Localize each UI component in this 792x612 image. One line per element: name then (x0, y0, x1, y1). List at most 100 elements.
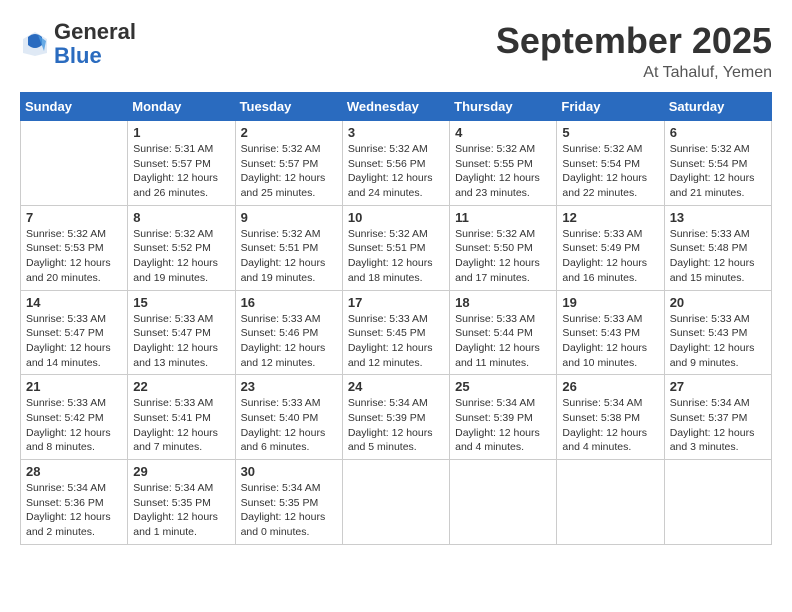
cell-info: Sunrise: 5:32 AMSunset: 5:51 PMDaylight:… (348, 227, 444, 286)
calendar-cell: 14Sunrise: 5:33 AMSunset: 5:47 PMDayligh… (21, 290, 128, 375)
cell-date: 26 (562, 379, 658, 394)
cell-date: 8 (133, 210, 229, 225)
cell-info: Sunrise: 5:32 AMSunset: 5:57 PMDaylight:… (241, 142, 337, 201)
calendar-cell (557, 460, 664, 545)
cell-info: Sunrise: 5:31 AMSunset: 5:57 PMDaylight:… (133, 142, 229, 201)
cell-info: Sunrise: 5:34 AMSunset: 5:39 PMDaylight:… (348, 396, 444, 455)
calendar-cell: 25 Sunrise: 5:34 AMSunset: 5:39 PMDayligh… (450, 375, 557, 460)
cell-date: 4 (455, 125, 551, 140)
calendar-subtitle: At Tahaluf, Yemen (496, 64, 772, 82)
cell-info: Sunrise: 5:32 AMSunset: 5:51 PMDaylight:… (241, 227, 337, 286)
cell-date: 23 (241, 379, 337, 394)
cell-info: Sunrise: 5:32 AMSunset: 5:54 PMDaylight:… (562, 142, 658, 201)
cell-date: 24 (348, 379, 444, 394)
cell-date: 21 (26, 379, 122, 394)
calendar-cell: 11 Sunrise: 5:32 AMSunset: 5:50 PMDayligh… (450, 205, 557, 290)
cell-date: 18 (455, 295, 551, 310)
cell-date: 30 (241, 464, 337, 479)
calendar-cell: 17 Sunrise: 5:33 AMSunset: 5:45 PMDayligh… (342, 290, 449, 375)
cell-info: Sunrise: 5:34 AMSunset: 5:35 PMDaylight:… (241, 481, 337, 540)
cell-info: Sunrise: 5:33 AMSunset: 5:40 PMDaylight:… (241, 396, 337, 455)
calendar-cell (342, 460, 449, 545)
logo: General Blue (20, 20, 136, 68)
cell-date: 9 (241, 210, 337, 225)
title-block: September 2025 At Tahaluf, Yemen (496, 20, 772, 82)
calendar-cell: 12 Sunrise: 5:33 AMSunset: 5:49 PMDayligh… (557, 205, 664, 290)
calendar-cell: 8 Sunrise: 5:32 AMSunset: 5:52 PMDaylight… (128, 205, 235, 290)
cell-info: Sunrise: 5:33 AMSunset: 5:49 PMDaylight:… (562, 227, 658, 286)
calendar-cell: 29 Sunrise: 5:34 AMSunset: 5:35 PMDayligh… (128, 460, 235, 545)
cell-info: Sunrise: 5:34 AMSunset: 5:39 PMDaylight:… (455, 396, 551, 455)
cell-date: 19 (562, 295, 658, 310)
cell-info: Sunrise: 5:32 AMSunset: 5:53 PMDaylight:… (26, 227, 122, 286)
calendar-cell: 23 Sunrise: 5:33 AMSunset: 5:40 PMDayligh… (235, 375, 342, 460)
weekday-header-friday: Friday (557, 93, 664, 121)
calendar-cell: 6Sunrise: 5:32 AMSunset: 5:54 PMDaylight… (664, 121, 771, 206)
calendar-cell: 27 Sunrise: 5:34 AMSunset: 5:37 PMDayligh… (664, 375, 771, 460)
weekday-header-monday: Monday (128, 93, 235, 121)
calendar-cell: 5 Sunrise: 5:32 AMSunset: 5:54 PMDaylight… (557, 121, 664, 206)
weekday-row: SundayMondayTuesdayWednesdayThursdayFrid… (21, 93, 772, 121)
calendar-cell: 1 Sunrise: 5:31 AMSunset: 5:57 PMDaylight… (128, 121, 235, 206)
weekday-header-sunday: Sunday (21, 93, 128, 121)
calendar-cell: 2 Sunrise: 5:32 AMSunset: 5:57 PMDaylight… (235, 121, 342, 206)
cell-date: 11 (455, 210, 551, 225)
calendar-title: September 2025 (496, 20, 772, 62)
cell-date: 10 (348, 210, 444, 225)
cell-info: Sunrise: 5:33 AMSunset: 5:42 PMDaylight:… (26, 396, 122, 455)
calendar-cell: 20 Sunrise: 5:33 AMSunset: 5:43 PMDayligh… (664, 290, 771, 375)
calendar-cell: 16 Sunrise: 5:33 AMSunset: 5:46 PMDayligh… (235, 290, 342, 375)
cell-date: 13 (670, 210, 766, 225)
cell-info: Sunrise: 5:33 AMSunset: 5:45 PMDaylight:… (348, 312, 444, 371)
week-row-4: 21 Sunrise: 5:33 AMSunset: 5:42 PMDayligh… (21, 375, 772, 460)
calendar-cell: 7Sunrise: 5:32 AMSunset: 5:53 PMDaylight… (21, 205, 128, 290)
cell-date: 15 (133, 295, 229, 310)
cell-info: Sunrise: 5:33 AMSunset: 5:44 PMDaylight:… (455, 312, 551, 371)
cell-info: Sunrise: 5:32 AMSunset: 5:56 PMDaylight:… (348, 142, 444, 201)
calendar-cell: 4Sunrise: 5:32 AMSunset: 5:55 PMDaylight… (450, 121, 557, 206)
cell-info: Sunrise: 5:33 AMSunset: 5:46 PMDaylight:… (241, 312, 337, 371)
cell-date: 3 (348, 125, 444, 140)
cell-date: 5 (562, 125, 658, 140)
cell-info: Sunrise: 5:32 AMSunset: 5:50 PMDaylight:… (455, 227, 551, 286)
logo-icon (20, 29, 50, 59)
cell-date: 28 (26, 464, 122, 479)
week-row-3: 14Sunrise: 5:33 AMSunset: 5:47 PMDayligh… (21, 290, 772, 375)
calendar-cell: 15Sunrise: 5:33 AMSunset: 5:47 PMDayligh… (128, 290, 235, 375)
calendar-header: SundayMondayTuesdayWednesdayThursdayFrid… (21, 93, 772, 121)
cell-date: 17 (348, 295, 444, 310)
week-row-5: 28Sunrise: 5:34 AMSunset: 5:36 PMDayligh… (21, 460, 772, 545)
cell-date: 12 (562, 210, 658, 225)
calendar-body: 1 Sunrise: 5:31 AMSunset: 5:57 PMDaylight… (21, 121, 772, 545)
calendar-cell: 28Sunrise: 5:34 AMSunset: 5:36 PMDayligh… (21, 460, 128, 545)
cell-date: 29 (133, 464, 229, 479)
cell-date: 2 (241, 125, 337, 140)
cell-info: Sunrise: 5:34 AMSunset: 5:37 PMDaylight:… (670, 396, 766, 455)
cell-date: 14 (26, 295, 122, 310)
calendar-cell (664, 460, 771, 545)
calendar-table: SundayMondayTuesdayWednesdayThursdayFrid… (20, 92, 772, 545)
cell-info: Sunrise: 5:33 AMSunset: 5:43 PMDaylight:… (670, 312, 766, 371)
cell-date: 1 (133, 125, 229, 140)
cell-date: 27 (670, 379, 766, 394)
cell-info: Sunrise: 5:33 AMSunset: 5:43 PMDaylight:… (562, 312, 658, 371)
calendar-cell: 22Sunrise: 5:33 AMSunset: 5:41 PMDayligh… (128, 375, 235, 460)
cell-date: 25 (455, 379, 551, 394)
cell-info: Sunrise: 5:32 AMSunset: 5:52 PMDaylight:… (133, 227, 229, 286)
calendar-cell: 3 Sunrise: 5:32 AMSunset: 5:56 PMDaylight… (342, 121, 449, 206)
calendar-cell: 30 Sunrise: 5:34 AMSunset: 5:35 PMDayligh… (235, 460, 342, 545)
calendar-cell (21, 121, 128, 206)
calendar-cell: 13Sunrise: 5:33 AMSunset: 5:48 PMDayligh… (664, 205, 771, 290)
cell-date: 16 (241, 295, 337, 310)
calendar-cell: 19 Sunrise: 5:33 AMSunset: 5:43 PMDayligh… (557, 290, 664, 375)
week-row-2: 7Sunrise: 5:32 AMSunset: 5:53 PMDaylight… (21, 205, 772, 290)
logo-text: General Blue (54, 20, 136, 68)
cell-date: 20 (670, 295, 766, 310)
calendar-cell: 18 Sunrise: 5:33 AMSunset: 5:44 PMDayligh… (450, 290, 557, 375)
calendar-cell: 9 Sunrise: 5:32 AMSunset: 5:51 PMDaylight… (235, 205, 342, 290)
cell-info: Sunrise: 5:34 AMSunset: 5:35 PMDaylight:… (133, 481, 229, 540)
weekday-header-wednesday: Wednesday (342, 93, 449, 121)
calendar-cell: 10 Sunrise: 5:32 AMSunset: 5:51 PMDayligh… (342, 205, 449, 290)
weekday-header-saturday: Saturday (664, 93, 771, 121)
week-row-1: 1 Sunrise: 5:31 AMSunset: 5:57 PMDaylight… (21, 121, 772, 206)
